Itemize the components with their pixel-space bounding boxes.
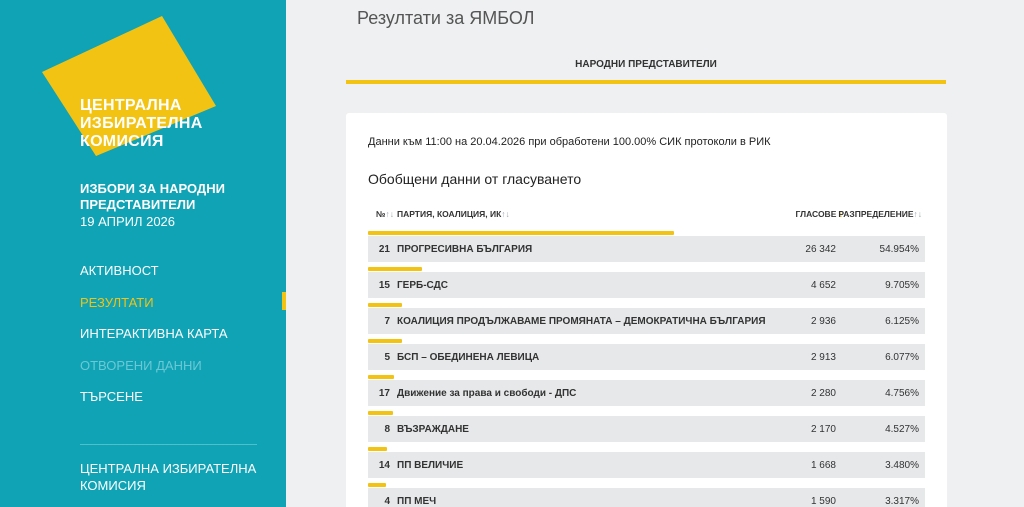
share-bar — [368, 267, 423, 271]
share-bar — [368, 339, 402, 343]
vote-percentage: 3.480% — [885, 460, 919, 471]
party-name: ПРОГРЕСИВНА БЪЛГАРИЯ — [397, 244, 533, 255]
party-name: БСП – ОБЕДИНЕНА ЛЕВИЦА — [397, 352, 540, 363]
share-bar — [368, 375, 395, 379]
column-header-distribution[interactable]: РАЗПРЕДЕЛЕНИЕ↑↓ — [838, 209, 922, 219]
results-table-body: 21 ПРОГРЕСИВНА БЪЛГАРИЯ 26 342 54.954% 1… — [368, 231, 925, 507]
share-bar — [368, 231, 675, 235]
table-row[interactable]: 17 Движение за права и свободи - ДПС 2 2… — [368, 380, 925, 406]
share-bar — [368, 447, 388, 451]
share-bar — [368, 411, 394, 415]
sort-icon: ↑↓ — [913, 209, 923, 219]
results-card: Данни към 11:00 на 20.04.2026 при обрабо… — [346, 113, 947, 507]
table-row[interactable]: 5 БСП – ОБЕДИНЕНА ЛЕВИЦА 2 913 6.077% — [368, 344, 925, 370]
sort-icon: ↑↓ — [501, 209, 510, 219]
party-name: Движение за права и свободи - ДПС — [397, 388, 577, 399]
table-row-wrapper: 14 ПП ВЕЛИЧИЕ 1 668 3.480% — [368, 447, 925, 483]
votes-count: 2 280 — [810, 388, 836, 399]
votes-count: 2 936 — [810, 316, 836, 327]
table-row[interactable]: 8 ВЪЗРАЖДАНЕ 2 170 4.527% — [368, 416, 925, 442]
vote-percentage: 9.705% — [885, 280, 919, 291]
tab-national-representatives[interactable]: НАРОДНИ ПРЕДСТАВИТЕЛИ — [346, 48, 946, 80]
sidebar-divider — [80, 444, 257, 445]
table-row[interactable]: 15 ГЕРБ-СДС 4 652 9.705% — [368, 272, 925, 298]
party-name: ПП ВЕЛИЧИЕ — [397, 460, 464, 471]
nav-item-activity[interactable]: АКТИВНОСТ — [80, 263, 228, 295]
nav-item-results[interactable]: РЕЗУЛТАТИ — [80, 295, 228, 327]
vote-percentage: 4.756% — [885, 388, 919, 399]
vote-percentage: 6.125% — [885, 316, 919, 327]
table-row[interactable]: 14 ПП ВЕЛИЧИЕ 1 668 3.480% — [368, 452, 925, 478]
column-header-number[interactable]: №↑↓ — [376, 209, 394, 219]
sort-icon: ↑↓ — [385, 209, 394, 219]
table-header: №↑↓ ПАРТИЯ, КОАЛИЦИЯ, ИК↑↓ ГЛАСОВЕ ↓ РАЗ… — [368, 209, 925, 227]
column-header-party-label: ПАРТИЯ, КОАЛИЦИЯ, ИК — [397, 209, 502, 219]
votes-count: 2 913 — [810, 352, 836, 363]
table-row[interactable]: 7 КОАЛИЦИЯ ПРОДЪЛЖАВАМЕ ПРОМЯНАТА – ДЕМО… — [368, 308, 925, 334]
party-number: 8 — [384, 424, 390, 435]
table-row-wrapper: 15 ГЕРБ-СДС 4 652 9.705% — [368, 267, 925, 303]
election-date: 19 АПРИЛ 2026 — [80, 214, 176, 229]
column-header-votes[interactable]: ГЛАСОВЕ ↓ — [796, 209, 843, 219]
votes-count: 2 170 — [810, 424, 836, 435]
cik-footer-link[interactable]: ЦЕНТРАЛНА ИЗБИРАТЕЛНА КОМИСИЯ — [80, 460, 260, 494]
column-header-votes-label: ГЛАСОВЕ — [795, 209, 837, 219]
logo-line-1: ЦЕНТРАЛНА — [80, 97, 182, 114]
nav-item-search[interactable]: ТЪРСЕНЕ — [80, 389, 228, 421]
table-row-wrapper: 8 ВЪЗРАЖДАНЕ 2 170 4.527% — [368, 411, 925, 447]
party-number: 7 — [384, 316, 390, 327]
sidebar-nav: АКТИВНОСТ РЕЗУЛТАТИ ИНТЕРАКТИВНА КАРТА О… — [80, 263, 228, 421]
party-name: КОАЛИЦИЯ ПРОДЪЛЖАВАМЕ ПРОМЯНАТА – ДЕМОКР… — [397, 316, 766, 327]
party-number: 5 — [384, 352, 390, 363]
logo-text: ЦЕНТРАЛНА ИЗБИРАТЕЛНА КОМИСИЯ — [80, 97, 203, 151]
page-title: Резултати за ЯМБОЛ — [357, 8, 535, 28]
vote-percentage: 3.317% — [885, 496, 919, 507]
party-number: 14 — [378, 460, 390, 471]
party-number: 4 — [384, 496, 390, 507]
party-name: ВЪЗРАЖДАНЕ — [397, 424, 469, 435]
party-name: ГЕРБ-СДС — [397, 280, 448, 291]
column-header-party[interactable]: ПАРТИЯ, КОАЛИЦИЯ, ИК↑↓ — [397, 209, 510, 219]
table-row-wrapper: 7 КОАЛИЦИЯ ПРОДЪЛЖАВАМЕ ПРОМЯНАТА – ДЕМО… — [368, 303, 925, 339]
votes-count: 26 342 — [805, 244, 836, 255]
logo-line-3: КОМИСИЯ — [80, 133, 164, 150]
party-number: 15 — [378, 280, 390, 291]
table-row-wrapper: 4 ПП МЕЧ 1 590 3.317% — [368, 483, 925, 507]
table-row-wrapper: 21 ПРОГРЕСИВНА БЪЛГАРИЯ 26 342 54.954% — [368, 231, 925, 267]
nav-item-open-data: ОТВОРЕНИ ДАННИ — [80, 357, 202, 373]
votes-count: 4 652 — [810, 280, 836, 291]
logo-line-2: ИЗБИРАТЕЛНА — [80, 115, 203, 132]
party-name: ПП МЕЧ — [397, 496, 437, 507]
tab-active-underline — [346, 80, 946, 84]
share-bar — [368, 303, 403, 307]
table-row-wrapper: 5 БСП – ОБЕДИНЕНА ЛЕВИЦА 2 913 6.077% — [368, 339, 925, 375]
vote-percentage: 54.954% — [879, 244, 919, 255]
summary-heading: Обобщени данни от гласуването — [368, 171, 582, 187]
party-number: 17 — [378, 388, 390, 399]
data-timestamp-note: Данни към 11:00 на 20.04.2026 при обрабо… — [368, 136, 771, 148]
column-header-distribution-label: РАЗПРЕДЕЛЕНИЕ — [838, 209, 914, 219]
share-bar — [368, 483, 387, 487]
sidebar: ЦЕНТРАЛНА ИЗБИРАТЕЛНА КОМИСИЯ ИЗБОРИ ЗА … — [0, 0, 286, 507]
table-row[interactable]: 21 ПРОГРЕСИВНА БЪЛГАРИЯ 26 342 54.954% — [368, 236, 925, 262]
table-row[interactable]: 4 ПП МЕЧ 1 590 3.317% — [368, 488, 925, 507]
nav-item-interactive-map[interactable]: ИНТЕРАКТИВНА КАРТА — [80, 326, 228, 358]
table-row-wrapper: 17 Движение за права и свободи - ДПС 2 2… — [368, 375, 925, 411]
nav-active-marker — [282, 292, 286, 310]
party-number: 21 — [378, 244, 390, 255]
election-title: ИЗБОРИ ЗА НАРОДНИ ПРЕДСТАВИТЕЛИ — [80, 181, 225, 212]
votes-count: 1 668 — [810, 460, 836, 471]
votes-count: 1 590 — [810, 496, 836, 507]
vote-percentage: 4.527% — [885, 424, 919, 435]
vote-percentage: 6.077% — [885, 352, 919, 363]
